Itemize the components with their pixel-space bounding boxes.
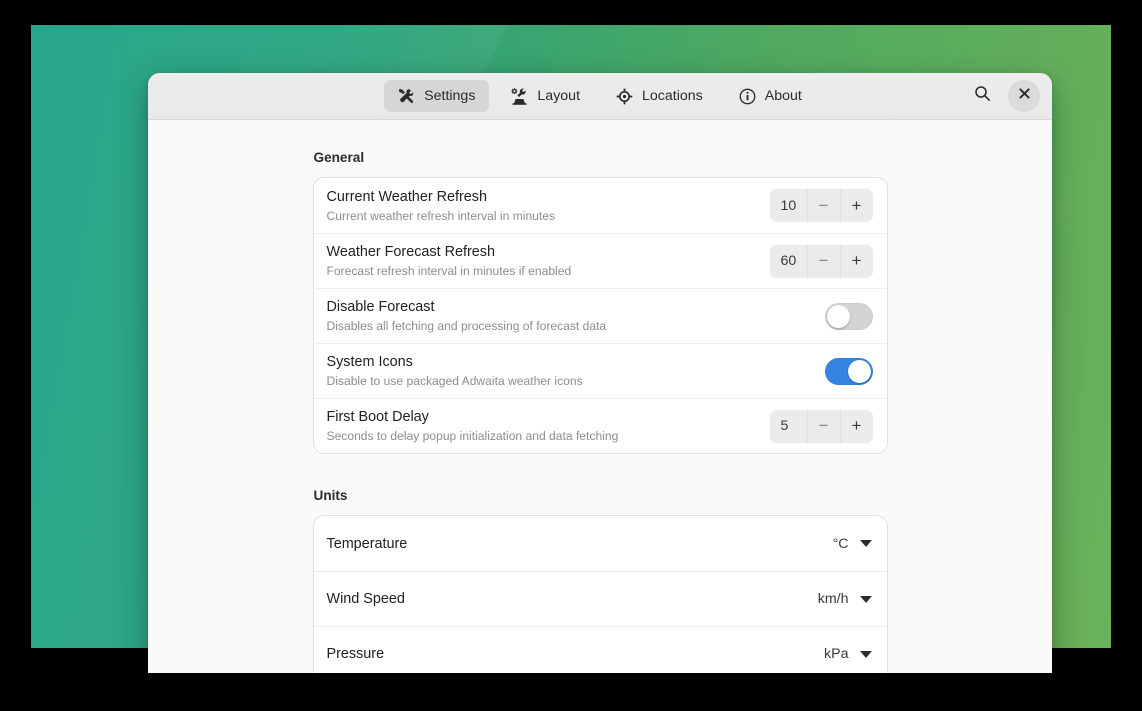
search-icon (974, 85, 991, 107)
row-text: System Icons Disable to use packaged Adw… (327, 353, 825, 389)
row-title: Current Weather Refresh (326, 188, 488, 205)
stepper-value[interactable]: 60 (770, 245, 807, 278)
chevron-down-icon (859, 540, 872, 547)
row-weather-forecast-refresh: Weather Forecast Refresh Forecast refres… (313, 233, 887, 288)
row-title: Temperature (326, 535, 408, 552)
row-text: Pressure (327, 645, 825, 663)
stepper-increment-button[interactable]: + (839, 409, 873, 443)
chevron-down-icon (859, 595, 872, 603)
stepper-decrement-button[interactable]: − (806, 189, 840, 222)
units-card: Temperature °C Wind Speed km/h Pressure … (312, 515, 888, 673)
first-boot-delay-stepper[interactable]: 5 − + (769, 409, 873, 443)
row-temperature: Temperature °C (314, 516, 887, 571)
current-weather-refresh-stepper[interactable]: 10 − + (769, 189, 873, 222)
row-text: Wind Speed (327, 590, 818, 608)
row-wind-speed: Wind Speed km/h (313, 571, 887, 626)
stepper-value[interactable]: 10 (770, 189, 807, 222)
stepper-decrement-button[interactable]: − (806, 244, 840, 278)
row-text: First Boot Delay Seconds to delay popup … (327, 408, 770, 444)
dropdown-value: °C (832, 535, 849, 552)
tab-label: About (764, 88, 802, 104)
tab-bar: Settings Layout Locations About (148, 73, 1052, 120)
row-current-weather-refresh: Current Weather Refresh Current weather … (314, 178, 887, 233)
stepper-increment-button[interactable]: + (839, 244, 873, 278)
tab-label: Locations (642, 88, 703, 104)
row-pressure: Pressure kPa (313, 626, 887, 673)
section-title-units: Units (313, 488, 348, 503)
row-subtitle: Forecast refresh interval in minutes if … (326, 264, 572, 278)
location-crosshair-icon (616, 88, 633, 105)
row-text: Weather Forecast Refresh Forecast refres… (327, 243, 770, 279)
tab-label: Layout (537, 88, 581, 104)
row-title: First Boot Delay (326, 409, 429, 425)
tab-about[interactable]: About (725, 80, 816, 112)
settings-content: General Current Weather Refresh Current … (148, 120, 1052, 673)
general-card: Current Weather Refresh Current weather … (312, 177, 888, 454)
toggle-knob (847, 359, 871, 383)
dropdown-value: kPa (824, 646, 849, 662)
section-title-general: General (313, 150, 365, 165)
preferences-window: Settings Layout Locations About General … (148, 73, 1052, 673)
row-title: Pressure (326, 646, 385, 662)
row-title: System Icons (326, 354, 413, 370)
stepper-decrement-button[interactable]: − (806, 409, 840, 443)
tab-locations[interactable]: Locations (602, 80, 717, 112)
search-button[interactable] (966, 80, 998, 112)
tab-layout[interactable]: Layout (497, 80, 594, 112)
preferences-other-icon (511, 87, 528, 105)
pressure-unit-dropdown[interactable]: kPa (824, 646, 872, 662)
close-button[interactable] (1008, 80, 1040, 112)
row-text: Disable Forecast Disables all fetching a… (327, 298, 825, 334)
chevron-down-icon (859, 650, 872, 658)
row-title: Wind Speed (326, 591, 405, 607)
row-disable-forecast: Disable Forecast Disables all fetching a… (313, 288, 887, 343)
row-subtitle: Disable to use packaged Adwaita weather … (326, 374, 583, 388)
close-icon (1018, 87, 1031, 105)
row-subtitle: Current weather refresh interval in minu… (326, 208, 556, 223)
desktop-background: Settings Layout Locations About General … (31, 25, 1111, 673)
toggle-knob (826, 304, 850, 328)
row-title: Weather Forecast Refresh (326, 244, 496, 260)
info-circle-icon (739, 88, 756, 105)
system-icons-toggle[interactable] (824, 357, 873, 385)
row-first-boot-delay: First Boot Delay Seconds to delay popup … (313, 398, 887, 453)
tab-settings[interactable]: Settings (384, 80, 490, 112)
row-subtitle: Disables all fetching and processing of … (326, 319, 607, 333)
stepper-increment-button[interactable]: + (839, 189, 873, 222)
temperature-unit-dropdown[interactable]: °C (833, 536, 873, 552)
row-system-icons: System Icons Disable to use packaged Adw… (313, 343, 887, 398)
header-bar: Settings Layout Locations About (148, 73, 1052, 120)
tab-label: Settings (424, 88, 476, 104)
row-title: Disable Forecast (326, 299, 435, 315)
header-actions (966, 80, 1040, 112)
row-text: Current Weather Refresh Current weather … (327, 188, 770, 224)
row-text: Temperature (327, 535, 833, 553)
stepper-value[interactable]: 5 (770, 410, 807, 443)
dropdown-value: km/h (817, 591, 849, 607)
disable-forecast-toggle[interactable] (824, 302, 873, 330)
weather-forecast-refresh-stepper[interactable]: 60 − + (769, 244, 873, 278)
tools-icon (398, 88, 415, 105)
row-subtitle: Seconds to delay popup initialization an… (326, 429, 619, 443)
wind-speed-unit-dropdown[interactable]: km/h (818, 591, 873, 607)
